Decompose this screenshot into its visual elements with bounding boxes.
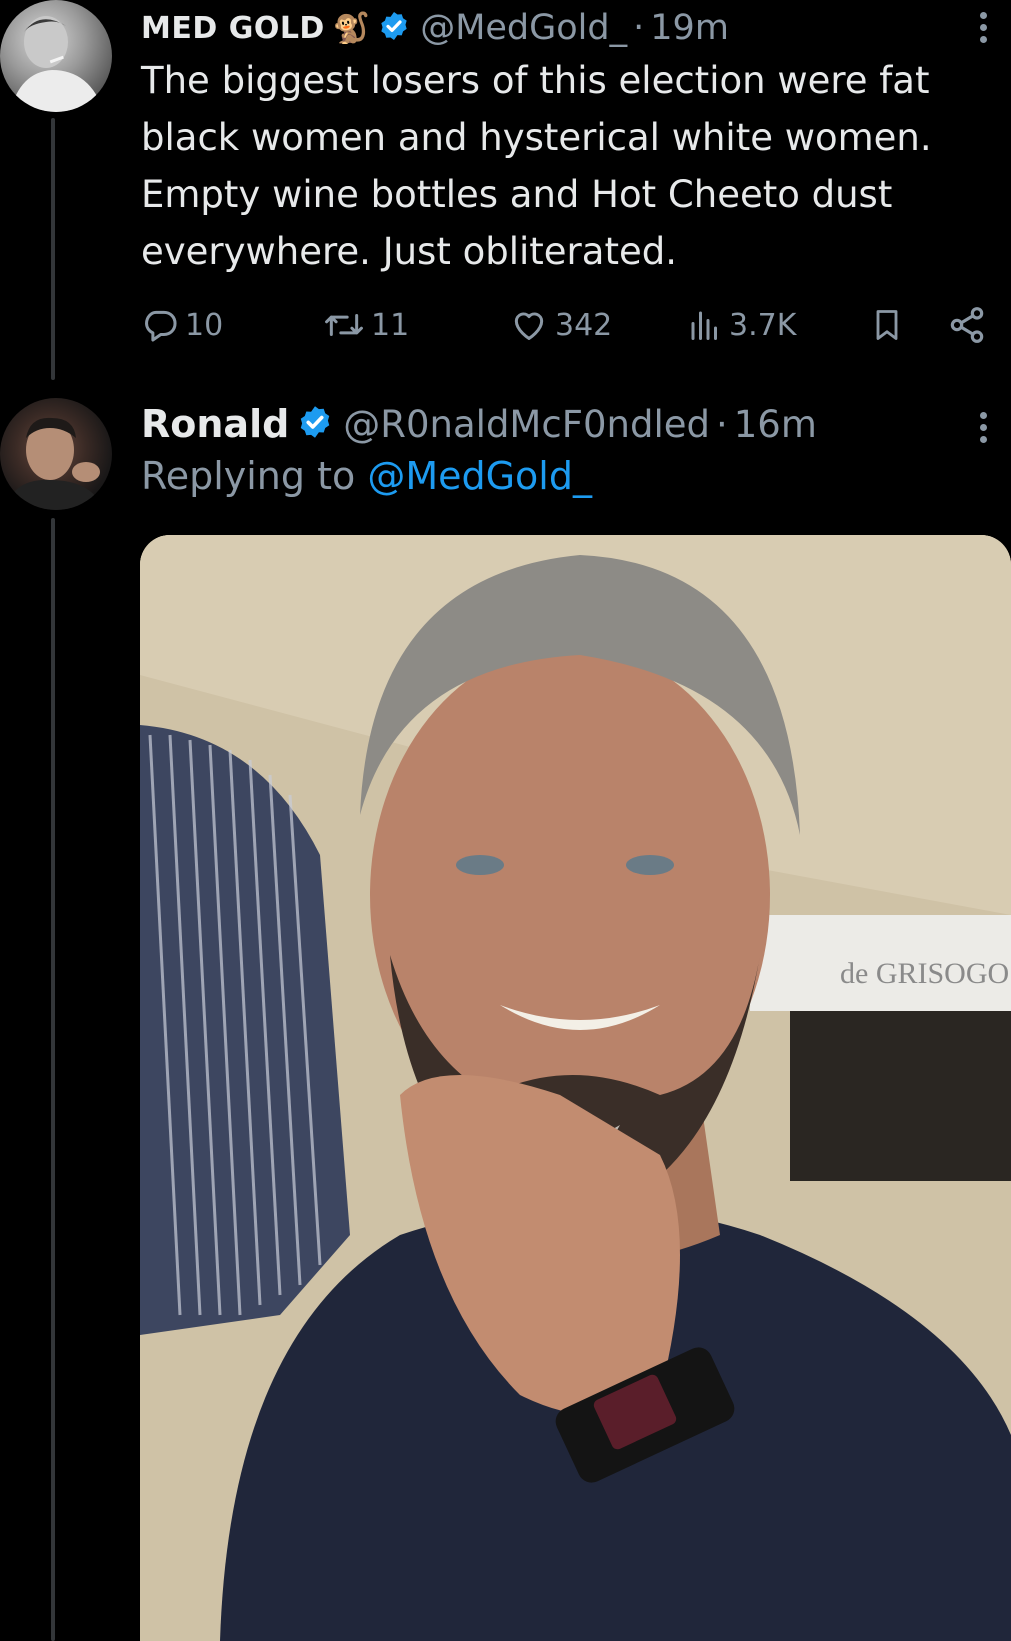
tweet-text: The biggest losers of this election were… — [141, 59, 932, 273]
like-button[interactable]: 342 — [509, 300, 612, 350]
thread-line-lower — [51, 518, 55, 1641]
action-bar: 10 11 342 3.7K — [141, 300, 1001, 350]
display-name[interactable]: MED GOLD — [141, 11, 325, 46]
separator-dot: · — [716, 402, 728, 446]
reply-icon — [145, 310, 177, 342]
timestamp[interactable]: 16m — [734, 403, 817, 446]
views-icon — [691, 311, 717, 340]
handle[interactable]: @MedGold_ — [420, 8, 627, 48]
handle[interactable]: @R0naldMcF0ndled — [343, 403, 710, 446]
repost-icon — [325, 313, 363, 337]
timestamp[interactable]: 19m — [650, 8, 729, 48]
thread-line-upper — [51, 118, 55, 380]
like-icon — [514, 312, 544, 340]
share-button[interactable] — [947, 300, 987, 350]
separator-dot: · — [633, 8, 645, 48]
verified-badge-icon — [378, 10, 410, 46]
like-count: 342 — [555, 307, 613, 343]
more-options-icon[interactable] — [963, 2, 1003, 52]
replying-to: Replying to @MedGold_ — [141, 454, 592, 498]
more-options-icon[interactable] — [963, 402, 1003, 452]
bookmark-button[interactable] — [869, 300, 905, 350]
repost-count: 11 — [371, 307, 410, 343]
monkey-emoji: 🐒 — [332, 10, 371, 46]
display-name[interactable]: Ronald — [141, 402, 289, 446]
share-icon — [950, 307, 984, 343]
views-count: 3.7K — [729, 307, 797, 343]
bookmark-icon — [876, 310, 898, 340]
media-sign-text: de GRISOGO — [840, 957, 1009, 990]
replying-mention-link[interactable]: @MedGold_ — [367, 454, 592, 498]
views-button[interactable]: 3.7K — [687, 300, 796, 350]
repost-button[interactable]: 11 — [323, 300, 409, 350]
avatar-ronald[interactable] — [0, 398, 112, 510]
reply-button[interactable]: 10 — [141, 300, 223, 350]
reply-media-photo[interactable]: de GRISOGO — [140, 535, 1011, 1641]
verified-badge-icon — [297, 404, 333, 444]
reply-header: Ronald @R0naldMcF0ndled · 16m — [141, 398, 817, 450]
replying-prefix: Replying to — [141, 454, 356, 498]
reply-count: 10 — [185, 307, 224, 343]
tweet-header: MED GOLD 🐒 @MedGold_ · 19m — [141, 4, 729, 52]
avatar-medgold[interactable] — [0, 0, 112, 112]
